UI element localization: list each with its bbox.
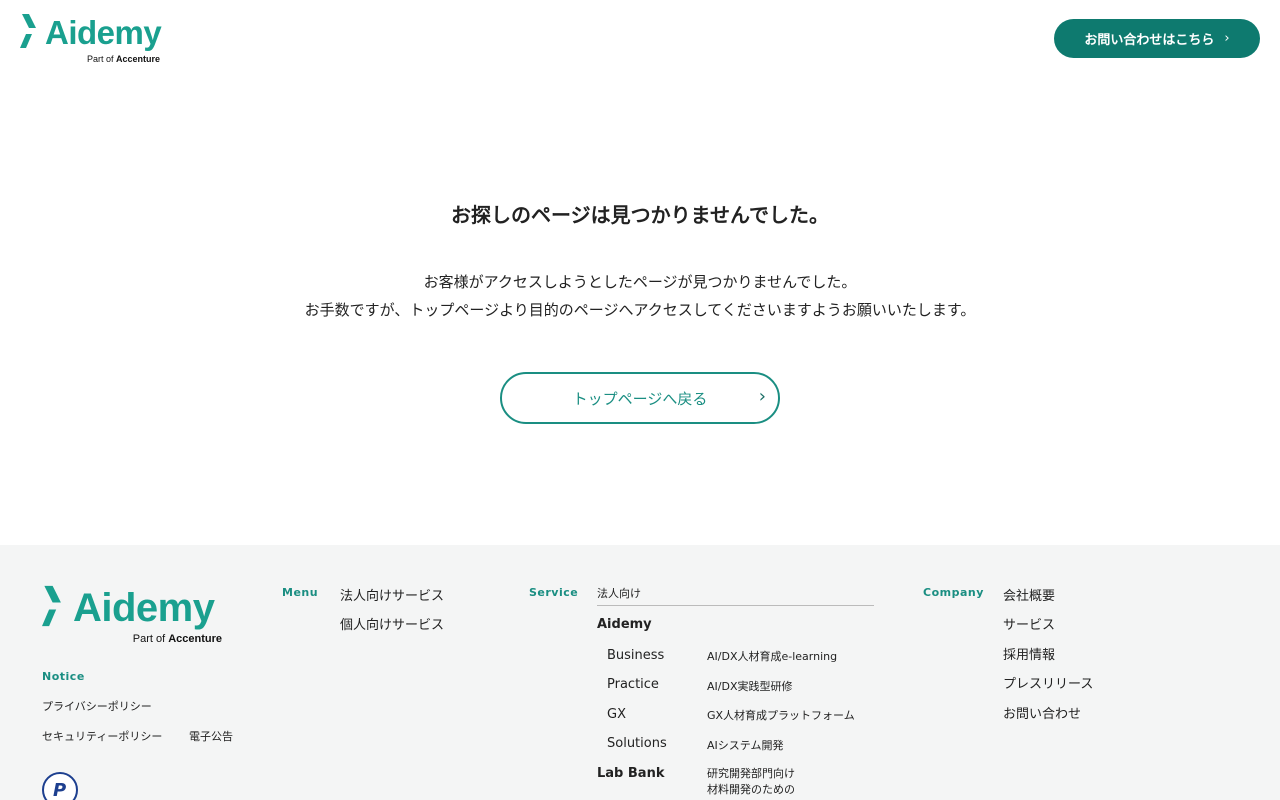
service-business-desc: AI/DX人材育成e-learning: [707, 650, 838, 663]
service-business-link[interactable]: Business: [607, 648, 664, 663]
labbank-desc-line-1: 研究開発部門向け: [707, 767, 795, 780]
service-label: Service: [529, 586, 579, 599]
press-release-link[interactable]: プレスリリース: [1003, 673, 1093, 692]
company-label: Company: [923, 586, 984, 599]
corporate-services-link[interactable]: 法人向けサービス: [340, 585, 444, 604]
menu-label: Menu: [282, 586, 319, 599]
logo-wordmark: Aidemy: [73, 586, 215, 630]
service-divider: [597, 605, 874, 606]
service-solutions-link[interactable]: Solutions: [607, 736, 667, 751]
service-category-corporate: 法人向け: [597, 587, 641, 600]
logo-tagline: Part of Accenture: [132, 633, 222, 645]
contact-link[interactable]: お問い合わせ: [1003, 703, 1081, 722]
service-practice-desc: AI/DX実践型研修: [707, 680, 793, 693]
back-to-top-label: トップページへ戻る: [572, 389, 708, 408]
logo-mark-icon: [20, 14, 36, 48]
site-header: Aidemy Part of Accenture お問い合わせはこちら ›: [0, 0, 1280, 80]
service-gx-desc: GX人材育成プラットフォーム: [707, 709, 855, 722]
service-gx-link[interactable]: GX: [607, 707, 626, 722]
description-line-1: お客様がアクセスしようとしたページが見つかりませんでした。: [423, 273, 857, 291]
recruit-link[interactable]: 採用情報: [1003, 644, 1055, 663]
labbank-service-heading[interactable]: Lab Bank: [597, 766, 664, 781]
back-to-top-button[interactable]: トップページへ戻る ›: [500, 372, 780, 424]
logo-mark-icon: [42, 585, 61, 627]
logo-wordmark: Aidemy: [45, 14, 162, 51]
company-overview-link[interactable]: 会社概要: [1003, 585, 1055, 604]
privacy-mark-badge: P: [42, 772, 78, 800]
contact-button[interactable]: お問い合わせはこちら ›: [1054, 19, 1260, 58]
chevron-right-icon: ›: [1224, 31, 1230, 46]
aidemy-logo[interactable]: Aidemy Part of Accenture: [20, 12, 165, 66]
not-found-section: お探しのページは見つかりませんでした。 お客様がアクセスしようとしたページが見つ…: [0, 80, 1280, 545]
privacy-mark-letter: P: [53, 780, 67, 800]
footer-aidemy-logo[interactable]: Aidemy Part of Accenture: [42, 583, 227, 649]
company-service-link[interactable]: サービス: [1003, 614, 1055, 633]
privacy-policy-link[interactable]: プライバシーポリシー: [42, 698, 152, 714]
description-line-2: お手数ですが、トップページより目的のページへアクセスしてくださいますようお願いい…: [304, 301, 976, 319]
public-notice-link[interactable]: 電子公告: [189, 728, 233, 744]
error-description: お客様がアクセスしようとしたページが見つかりませんでした。 お手数ですが、トップ…: [0, 268, 1280, 324]
site-footer: Aidemy Part of Accenture Notice プライバシーポリ…: [0, 545, 1280, 800]
contact-button-label: お問い合わせはこちら: [1084, 33, 1215, 48]
security-policy-link[interactable]: セキュリティーポリシー: [42, 728, 162, 744]
labbank-desc-line-2: 材料開発のための: [707, 783, 795, 796]
individual-services-link[interactable]: 個人向けサービス: [340, 614, 444, 633]
service-solutions-desc: AIシステム開発: [707, 739, 784, 752]
page-title: お探しのページは見つかりませんでした。: [451, 203, 829, 227]
chevron-right-icon: ›: [758, 386, 766, 407]
notice-label: Notice: [42, 670, 85, 683]
service-practice-link[interactable]: Practice: [607, 677, 659, 692]
logo-tagline: Part of Accenture: [86, 54, 160, 64]
aidemy-service-heading[interactable]: Aidemy: [597, 617, 652, 632]
